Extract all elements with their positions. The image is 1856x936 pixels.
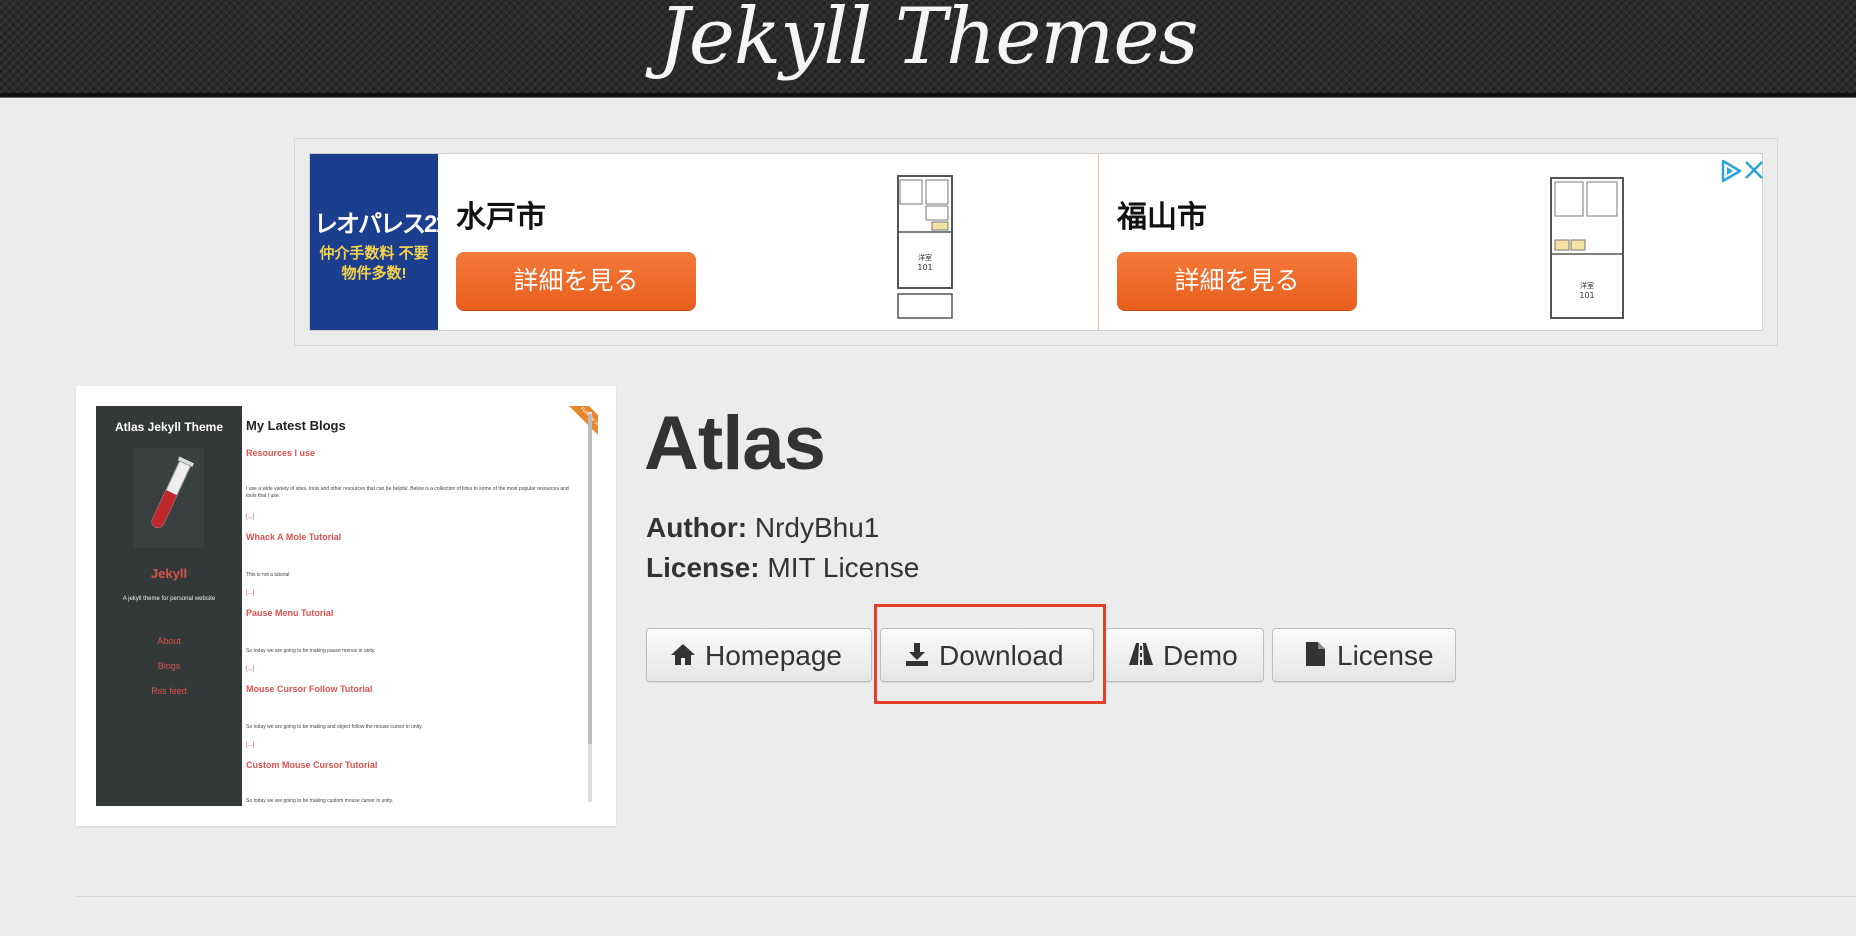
license-value: MIT License <box>767 552 920 583</box>
preview-scrollbar-thumb <box>588 414 592 744</box>
preview-sidebar: Atlas Jekyll Theme Jekyll A jekyll theme… <box>96 406 242 806</box>
download-button-label: Download <box>939 640 1064 671</box>
floor-plan-room: 洋室 <box>918 253 932 262</box>
ad-logo-tagline: 仲介手数料 不要物件多数! <box>319 245 429 282</box>
preview-brand: Jekyll <box>150 566 188 581</box>
preview-post-more: [...] <box>246 514 255 520</box>
preview-post-text: I use a wide variety of sites, tools and… <box>246 486 569 499</box>
ad-unit-1[interactable]: 水戸市 詳細を見る 洋室 101 <box>438 154 1099 330</box>
floor-plan-number: 101 <box>1579 291 1594 300</box>
preview-sidebar-title: Atlas Jekyll Theme <box>114 420 224 434</box>
preview-post-title: Resources I use <box>246 448 316 458</box>
preview-post-text: So today we are going to be making custo… <box>246 798 394 804</box>
test-tube-icon <box>134 448 204 548</box>
floor-plan-number: 101 <box>917 263 932 272</box>
preview-nav-blogs: Blogs <box>157 661 181 671</box>
preview-heading: My Latest Blogs <box>246 418 346 433</box>
theme-license: License: MIT License <box>646 552 919 584</box>
theme-title: Atlas <box>644 401 826 486</box>
preview-post-text: So today we are going to be making pause… <box>246 648 376 654</box>
ad-logo[interactable]: レオパレス21 仲介手数料 不要物件多数! <box>310 154 449 330</box>
floor-plan-room: 洋室 <box>1580 281 1594 290</box>
preview-post-title: Pause Menu Tutorial <box>246 608 334 618</box>
ad-city-name: 水戸市 <box>456 201 546 234</box>
preview-post-title: Custom Mouse Cursor Tutorial <box>246 760 378 770</box>
download-button[interactable]: Download <box>880 628 1094 682</box>
close-icon[interactable] <box>1742 158 1766 189</box>
homepage-button[interactable]: Homepage <box>646 628 872 682</box>
section-divider <box>76 896 1856 897</box>
preview-post-title: Whack A Mole Tutorial <box>246 532 342 542</box>
license-button[interactable]: License <box>1272 628 1456 682</box>
download-icon <box>903 640 931 668</box>
home-icon <box>669 640 697 668</box>
ad-details-button[interactable]: 詳細を見る <box>1117 252 1357 310</box>
ad-banner: レオパレス21 仲介手数料 不要物件多数! 水戸市 詳細を見る 洋室 101 福… <box>294 138 1778 346</box>
preview-tagline: A jekyll theme for personal website <box>122 596 216 602</box>
site-title-link[interactable]: Jekyll Themes <box>0 0 1856 82</box>
preview-main: My Latest Blogs Resources I use I use a … <box>246 406 586 806</box>
preview-post-text: So today we are going to be making and o… <box>246 724 423 730</box>
ad-details-button[interactable]: 詳細を見る <box>456 252 696 310</box>
ad-city-name: 福山市 <box>1117 201 1207 234</box>
preview-nav-about: About <box>157 636 181 646</box>
theme-screenshot[interactable]: Atlas Jekyll Theme Jekyll A jekyll theme… <box>96 406 598 806</box>
demo-button-label: Demo <box>1163 640 1238 671</box>
license-label: License: <box>646 552 760 583</box>
preview-nav-rss: Rss feed <box>151 686 187 696</box>
preview-post-more: [...] <box>246 666 255 672</box>
preview-post-title: Mouse Cursor Follow Tutorial <box>246 684 373 694</box>
demo-button[interactable]: Demo <box>1104 628 1264 682</box>
site-header: Jekyll Themes <box>0 0 1856 97</box>
preview-post-more: [...] <box>246 742 255 748</box>
license-button-label: License <box>1337 640 1434 671</box>
author-label: Author: <box>646 512 748 543</box>
author-value: NrdyBhu1 <box>754 512 880 543</box>
homepage-button-label: Homepage <box>705 640 842 671</box>
ad-unit-2[interactable]: 福山市 詳細を見る 洋室 101 <box>1099 154 1762 330</box>
floor-plan-image: 洋室 101 <box>896 174 954 322</box>
ad-content[interactable]: レオパレス21 仲介手数料 不要物件多数! 水戸市 詳細を見る 洋室 101 福… <box>309 153 1763 331</box>
floor-plan-image: 洋室 101 <box>1549 174 1624 322</box>
file-icon <box>1301 640 1329 668</box>
preview-post-more: [...] <box>246 590 255 596</box>
theme-preview-card[interactable]: Atlas Jekyll Theme Jekyll A jekyll theme… <box>76 386 616 826</box>
road-icon <box>1127 640 1155 668</box>
theme-author: Author: NrdyBhu1 <box>646 512 879 544</box>
adchoices-icon[interactable] <box>1718 158 1744 191</box>
preview-post-text: This is not a tutorial <box>246 572 290 578</box>
ad-logo-brand: レオパレス21 <box>314 211 449 238</box>
